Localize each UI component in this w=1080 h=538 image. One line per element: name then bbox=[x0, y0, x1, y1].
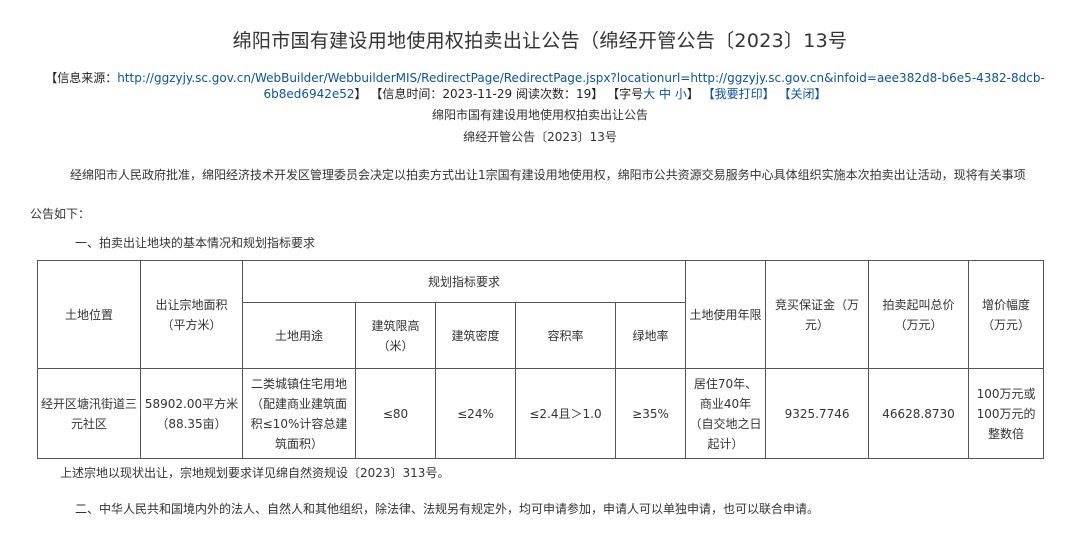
notice-number: 绵经开管公告〔2023〕13号 bbox=[463, 130, 617, 144]
cell-land-use: 二类城镇住宅用地（配建商业建筑面积≤10%计容总建筑面积） bbox=[242, 368, 356, 459]
cell-use-period: 居住70年、商业40年（自交地之日起计） bbox=[685, 368, 767, 459]
views-label: 阅读次数： bbox=[515, 87, 576, 101]
font-size-large-link[interactable]: 大 bbox=[643, 87, 655, 101]
cell-far: ≤2.4且＞1.0 bbox=[515, 368, 616, 459]
cell-deposit: 9325.7746 bbox=[765, 368, 870, 459]
cell-start-price: 46628.8730 bbox=[868, 368, 970, 459]
font-size-suffix: 】 bbox=[686, 87, 699, 101]
section-heading-2: 二、中华人民共和国境内外的法人、自然人和其他组织，除法律、法规另有规定外，均可申… bbox=[75, 502, 820, 516]
table-row: 经开区塘汛街道三元社区 58902.00平方米（88.35亩） 二类城镇住宅用地… bbox=[37, 368, 1045, 459]
page-title: 绵阳市国有建设用地使用权拍卖出让公告（绵经开管公告〔2023〕13号 bbox=[232, 30, 848, 52]
views-value: 19 bbox=[575, 87, 592, 101]
close-link[interactable]: 【关闭】 bbox=[779, 87, 827, 101]
header-deposit: 竞买保证金（万元） bbox=[765, 260, 870, 369]
intro-paragraph-end: 公告如下： bbox=[30, 207, 91, 221]
header-density: 建筑密度 bbox=[435, 302, 516, 369]
header-increment: 增价幅度（万元） bbox=[968, 260, 1045, 369]
header-green: 绿地率 bbox=[614, 302, 687, 369]
font-size-medium-link[interactable]: 中 bbox=[659, 87, 671, 101]
intro-paragraph: 经绵阳市人民政府批准，绵阳经济技术开发区管理委员会决定以拍卖方式出让1宗国有建设… bbox=[70, 168, 1026, 182]
time-value: 2023-11-29 bbox=[442, 87, 513, 101]
header-far: 容积率 bbox=[515, 302, 616, 369]
header-land-use: 土地用途 bbox=[242, 302, 356, 369]
cell-location: 经开区塘汛街道三元社区 bbox=[37, 368, 141, 459]
cell-area: 58902.00平方米（88.35亩） bbox=[140, 368, 243, 459]
print-link[interactable]: 【我要打印】 bbox=[703, 87, 775, 101]
header-start-price: 拍卖起叫总价（万元） bbox=[868, 260, 970, 369]
header-location: 土地位置 bbox=[37, 260, 141, 369]
info-bar: 【信息来源：http://ggzyjy.sc.gov.cn/WebBuilder… bbox=[30, 70, 1060, 102]
cell-increment: 100万元或100万元的整数倍 bbox=[968, 368, 1045, 459]
time-label: 【信息时间： bbox=[370, 87, 443, 101]
section-heading-1: 一、拍卖出让地块的基本情况和规划指标要求 bbox=[75, 236, 316, 250]
cell-height: ≤80 bbox=[355, 368, 436, 459]
land-info-table: 土地位置 出让宗地面积（平方米） 规划指标要求 土地使用年限 竞买保证金（万元）… bbox=[37, 260, 1045, 459]
cell-density: ≤24% bbox=[435, 368, 516, 459]
font-size-label: 【字号 bbox=[607, 87, 644, 101]
source-label: 【信息来源： bbox=[45, 71, 118, 85]
header-height: 建筑限高（米） bbox=[355, 302, 436, 369]
header-use-period: 土地使用年限 bbox=[685, 260, 767, 369]
header-area: 出让宗地面积（平方米） bbox=[140, 260, 243, 369]
views-suffix: 】 bbox=[591, 87, 604, 101]
notice-title: 绵阳市国有建设用地使用权拍卖出让公告 bbox=[431, 108, 648, 122]
cell-green: ≥35% bbox=[614, 368, 687, 459]
planning-note: 上述宗地以现状出让，宗地规划要求详见绵自然资规设〔2023〕313号。 bbox=[60, 466, 450, 480]
font-size-small-link[interactable]: 小 bbox=[675, 87, 687, 101]
header-planning: 规划指标要求 bbox=[241, 260, 687, 303]
source-suffix: 】 bbox=[354, 87, 367, 101]
